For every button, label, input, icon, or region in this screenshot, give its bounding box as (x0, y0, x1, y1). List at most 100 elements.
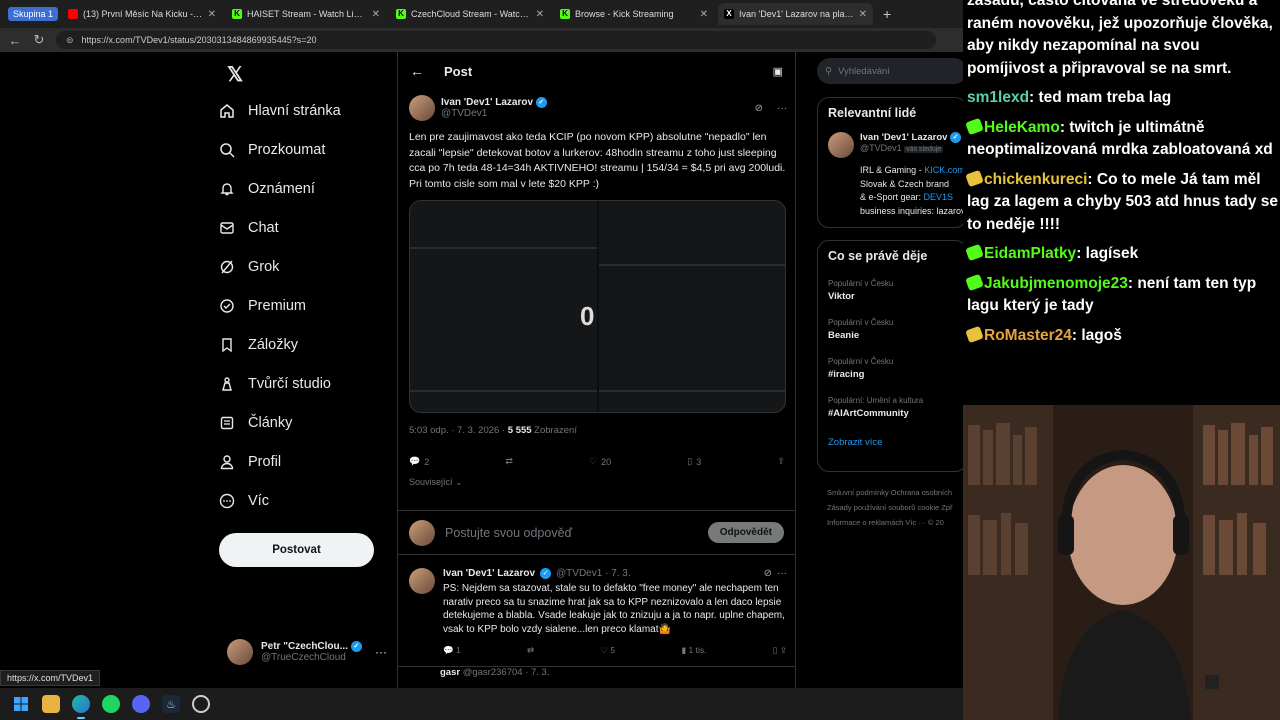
show-more-link[interactable]: Zobrazit více (828, 437, 956, 448)
reply-button[interactable]: 💬 1 (443, 645, 461, 656)
chat-username: chickenkureci (984, 170, 1088, 188)
grok-icon (219, 259, 235, 275)
post-meta: 5:03 odp. · 7. 3. 2026 · 5 555 Zobrazení (409, 425, 787, 436)
new-tab-button[interactable]: + (877, 6, 891, 22)
post-button[interactable]: Postovat (219, 533, 374, 567)
close-icon[interactable]: ✕ (536, 9, 544, 20)
trend-item[interactable]: Populární v Česku #iracing (828, 357, 956, 380)
close-icon[interactable]: ✕ (208, 9, 216, 20)
close-icon[interactable]: ✕ (372, 9, 380, 20)
more-options-icon[interactable]: ··· (777, 103, 787, 114)
url-field[interactable]: ⊜ https://x.com/TVDev1/status/2030313484… (56, 31, 936, 49)
browser-tab[interactable]: K CzechCloud Stream - Watch Live on Kick… (390, 3, 550, 25)
trend-item[interactable]: Populární v Česku Viktor (828, 279, 956, 302)
sidebar-item-label: Premium (248, 298, 307, 314)
sidebar-item-label: Záložky (248, 337, 298, 353)
sidebar-item-bookmarks[interactable]: Záložky (219, 333, 298, 357)
sidebar-item-chat[interactable]: Chat (219, 216, 279, 240)
subscriber-badge-icon (965, 169, 984, 187)
relevant-user[interactable]: Ivan 'Dev1' Lazarov ✓ @TVDev1 vás sleduj… (828, 132, 962, 158)
file-explorer-icon[interactable] (42, 695, 60, 713)
back-arrow-icon[interactable]: ← (410, 63, 424, 79)
view-count: 1 tis. (688, 645, 707, 655)
grok-icon[interactable]: ⊘ (764, 568, 772, 579)
verified-badge-icon: ✓ (540, 568, 552, 579)
sidebar-item-label: Grok (248, 259, 280, 275)
chat-message: Jakubjmenomoje23: není tam ten typ lagu … (965, 273, 1257, 314)
reply-button[interactable]: 💬 2 (409, 456, 429, 467)
sidebar-item-home[interactable]: Hlavní stránka (219, 99, 341, 123)
share-button[interactable]: ⇪ (777, 456, 785, 467)
chat-message-text: ted mam treba lag (1038, 89, 1172, 106)
grok-icon[interactable]: ⊘ (755, 103, 763, 114)
author-handle[interactable]: @gasr236704 · 7. 3. (463, 667, 550, 678)
sidebar-item-creator-studio[interactable]: Tvůrčí studio (219, 372, 331, 396)
reply-submit-button[interactable]: Odpovědět (707, 522, 784, 543)
trend-name: Beanie (828, 330, 860, 341)
footer-link[interactable]: Zásady používání souborů cookie Zpř (827, 500, 963, 515)
bio-link[interactable]: DEV1S (924, 192, 954, 202)
trend-item[interactable]: Populární v Česku Beanie (828, 318, 956, 341)
account-switcher[interactable]: Petr "CzechClou... ✓ @TrueCzechCloud ··· (227, 639, 387, 665)
reload-icon[interactable]: ↻ (32, 32, 46, 48)
footer-link[interactable]: Informace o reklamách Víc ··· © 20 (827, 515, 963, 530)
browser-tab[interactable]: (13) První Měsíc Na Kicku - YouTube ✕ (62, 3, 222, 25)
post-media[interactable]: 0 (409, 200, 786, 413)
back-icon[interactable]: ← (8, 33, 22, 48)
tab-group-chip[interactable]: Skupina 1 (8, 7, 59, 21)
post-timestamp[interactable]: 5:03 odp. · 7. 3. 2026 · (409, 425, 508, 436)
like-button[interactable]: ♡ 5 (600, 645, 615, 656)
sidebar-item-notifications[interactable]: Oznámení (219, 177, 315, 201)
author-avatar[interactable] (409, 568, 435, 594)
related-toggle[interactable]: Související ⌄ (409, 477, 787, 488)
search-input[interactable]: ⚲ Vyhledávání (817, 58, 963, 84)
spotify-icon[interactable] (102, 695, 120, 713)
youtube-icon (68, 9, 79, 19)
site-info-icon[interactable]: ⊜ (66, 35, 74, 46)
reply-input[interactable]: Postujte svou odpověď (445, 526, 698, 540)
author-name[interactable]: Ivan 'Dev1' Lazarov (441, 97, 533, 108)
author-handle[interactable]: @TVDev1 (441, 108, 547, 119)
like-button[interactable]: ♡ 20 (589, 456, 611, 467)
more-options-icon[interactable]: ··· (375, 645, 387, 659)
discord-icon[interactable] (132, 695, 150, 713)
author-avatar[interactable] (409, 95, 435, 121)
browser-tab[interactable]: K Browse - Kick Streaming ✕ (554, 3, 714, 25)
bio-link[interactable]: KICK.com (924, 165, 963, 175)
sidebar-item-explore[interactable]: Prozkoumat (219, 138, 325, 162)
chat-message: RoMaster24: lagoš (965, 325, 1280, 348)
sidebar-item-articles[interactable]: Články (219, 411, 292, 435)
bookmark-button[interactable]: ▯ 3 (687, 456, 701, 467)
search-placeholder: Vyhledávání (837, 65, 890, 77)
browser-tab[interactable]: K HAISET Stream - Watch Live on Kick ✕ (226, 3, 386, 25)
obs-icon[interactable] (192, 695, 210, 713)
repost-button[interactable]: ⇄ (505, 456, 513, 467)
edge-browser-icon[interactable] (72, 695, 90, 719)
reader-icon[interactable]: ▣ (773, 65, 783, 78)
footer-link[interactable]: Smluvní podmínky Ochrana osobních (827, 485, 963, 500)
close-icon[interactable]: ✕ (859, 9, 867, 20)
sidebar-item-premium[interactable]: Premium (219, 294, 306, 318)
x-logo-icon[interactable]: 𝕏 (227, 62, 243, 87)
trend-item[interactable]: Populární: Umění a kultura #AIArtCommuni… (828, 396, 956, 419)
sidebar-item-more[interactable]: Víc (219, 489, 269, 513)
x-logo-icon: X (724, 9, 735, 19)
author-name[interactable]: Ivan 'Dev1' Lazarov (443, 568, 535, 579)
reply-post[interactable]: gasr @gasr236704 · 7. 3. (398, 666, 795, 688)
steam-icon[interactable]: ♨ (162, 695, 180, 713)
author-name[interactable]: gasr (440, 667, 460, 678)
more-options-icon[interactable]: ··· (777, 568, 787, 579)
bookmark-button[interactable]: ▯ ⇪ (773, 645, 787, 656)
sidebar-item-profile[interactable]: Profil (219, 450, 281, 474)
reply-count: 2 (424, 456, 430, 467)
close-icon[interactable]: ✕ (700, 9, 708, 20)
view-count: 5 555 (507, 425, 532, 436)
sidebar-item-grok[interactable]: Grok (219, 255, 279, 279)
browser-tab-active[interactable]: X Ivan 'Dev1' Lazarov na platformě X ✕ (718, 3, 874, 25)
chat-message: chickenkureci: Co to mele Já tam měl lag… (965, 169, 1278, 233)
views-button[interactable]: ▮ 1 tis. (681, 645, 706, 656)
reply-post[interactable]: Ivan 'Dev1' Lazarov ✓ @TVDev1 · 7. 3. ⊘ … (409, 568, 787, 656)
windows-start-icon[interactable] (12, 695, 30, 713)
repost-button[interactable]: ⇄ (527, 645, 534, 656)
author-handle[interactable]: @TVDev1 · 7. 3. (556, 568, 631, 579)
